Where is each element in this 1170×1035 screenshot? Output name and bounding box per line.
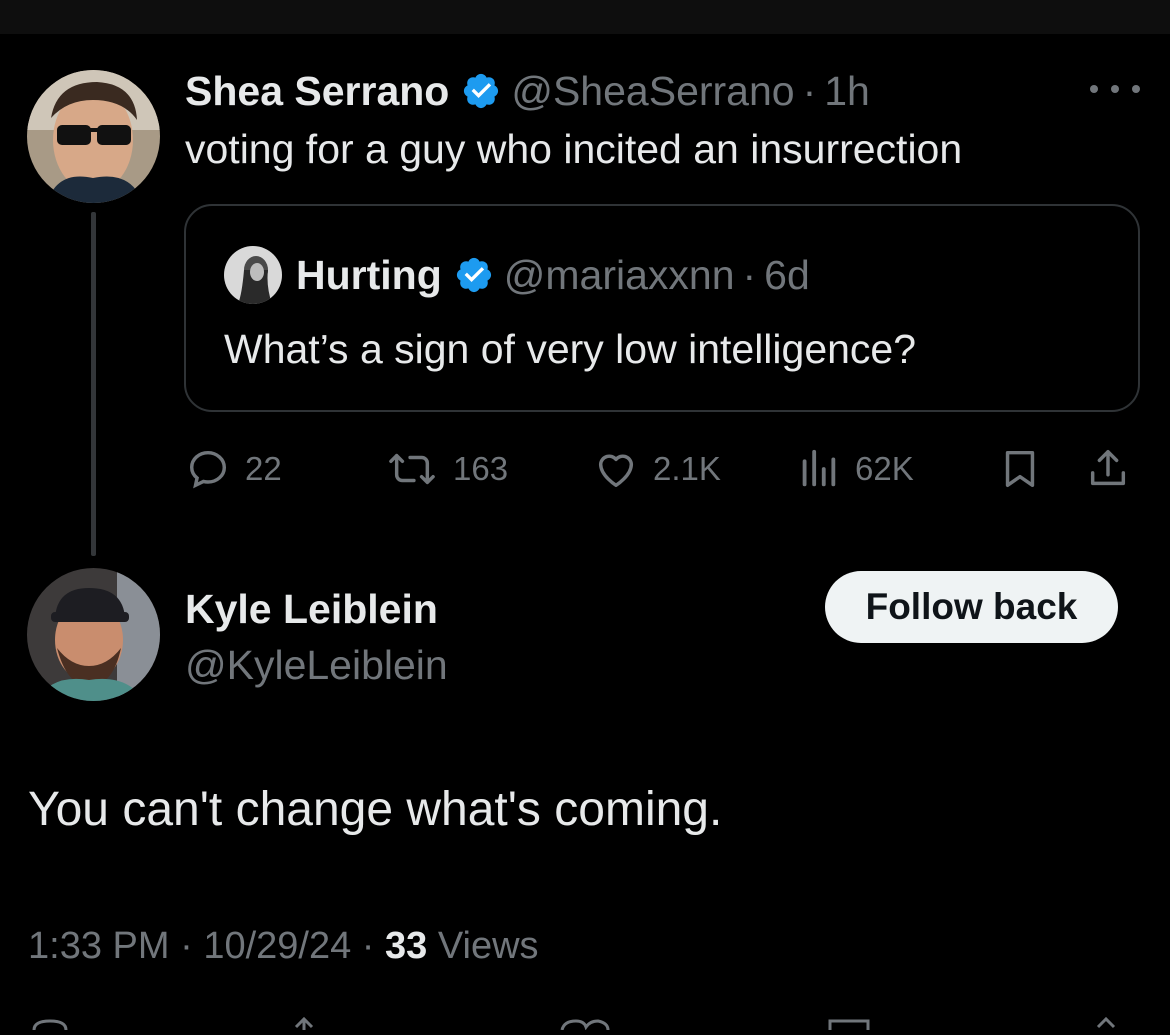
share-button[interactable] (1085, 444, 1145, 494)
verified-badge-icon (461, 71, 501, 111)
bookmark-icon (828, 1019, 870, 1030)
heart-icon (598, 454, 634, 488)
reply-view-count[interactable]: 33 (385, 925, 427, 967)
meta-separator: · (180, 925, 193, 967)
reply-tweet-metadata: 1:33 PM · 10/29/24 · 33 Views (28, 925, 539, 968)
quoted-tweet-header: Hurting @mariaxxnn · 6d (224, 246, 810, 304)
analytics-icon (802, 449, 836, 487)
main-author-name[interactable]: Shea Serrano (185, 68, 449, 115)
like-count: 2.1K (653, 450, 721, 487)
share-icon (1090, 450, 1126, 486)
main-author-handle[interactable]: @SheaSerrano (511, 68, 794, 115)
shea-serrano-avatar[interactable] (27, 70, 160, 203)
repost-count: 163 (453, 450, 509, 487)
like-button[interactable]: 2.1K (593, 444, 721, 494)
repost-button[interactable]: 163 (385, 444, 508, 494)
views-label: Views (437, 925, 539, 967)
reply-date[interactable]: 10/29/24 (203, 925, 351, 967)
quoted-tweet-card[interactable]: Hurting @mariaxxnn · 6d What’s a sign of… (184, 204, 1140, 412)
kyle-leiblein-avatar[interactable] (27, 568, 160, 701)
header-separator: · (802, 67, 817, 114)
reply-icon (189, 450, 227, 489)
reply-count: 22 (245, 450, 282, 487)
quoted-author-handle[interactable]: @mariaxxnn (504, 252, 735, 299)
thread-connector-line (91, 212, 96, 556)
main-tweet-text: voting for a guy who incited an insurrec… (185, 126, 963, 172)
follow-back-button[interactable]: Follow back (825, 571, 1118, 643)
hurting-avatar[interactable] (224, 246, 282, 304)
views-count: 62K (855, 450, 914, 487)
views-button[interactable]: 62K (795, 444, 914, 494)
heart-icon (560, 1019, 610, 1031)
quoted-tweet-time[interactable]: 6d (764, 252, 810, 299)
reply-button[interactable]: 22 (185, 444, 282, 494)
reply-author-name[interactable]: Kyle Leiblein (185, 586, 438, 633)
main-tweet-time[interactable]: 1h (824, 68, 870, 115)
more-options-icon[interactable] (1090, 74, 1140, 104)
share-icon (1096, 1016, 1116, 1029)
reply-author-handle[interactable]: @KyleLeiblein (185, 642, 448, 689)
meta-separator: · (361, 925, 375, 967)
quoted-separator: · (742, 251, 757, 298)
main-tweet-header: Shea Serrano @SheaSerrano · 1h (185, 66, 870, 116)
bookmark-button[interactable] (997, 444, 1057, 494)
status-bar (0, 0, 1170, 34)
quoted-tweet-text: What’s a sign of very low intelligence? (224, 326, 917, 372)
verified-badge-icon (454, 255, 494, 295)
reply-action-bar-cropped (0, 1015, 1170, 1031)
bookmark-icon (1005, 450, 1035, 488)
reply-time[interactable]: 1:33 PM (28, 925, 170, 967)
tweet-action-bar: 22 163 2.1K 62K (185, 444, 1140, 494)
reply-icon (32, 1019, 68, 1031)
quoted-author-name[interactable]: Hurting (296, 252, 442, 299)
reply-tweet-text: You can't change what's coming. (28, 783, 723, 836)
repost-icon (294, 1016, 314, 1030)
repost-icon (389, 453, 435, 485)
